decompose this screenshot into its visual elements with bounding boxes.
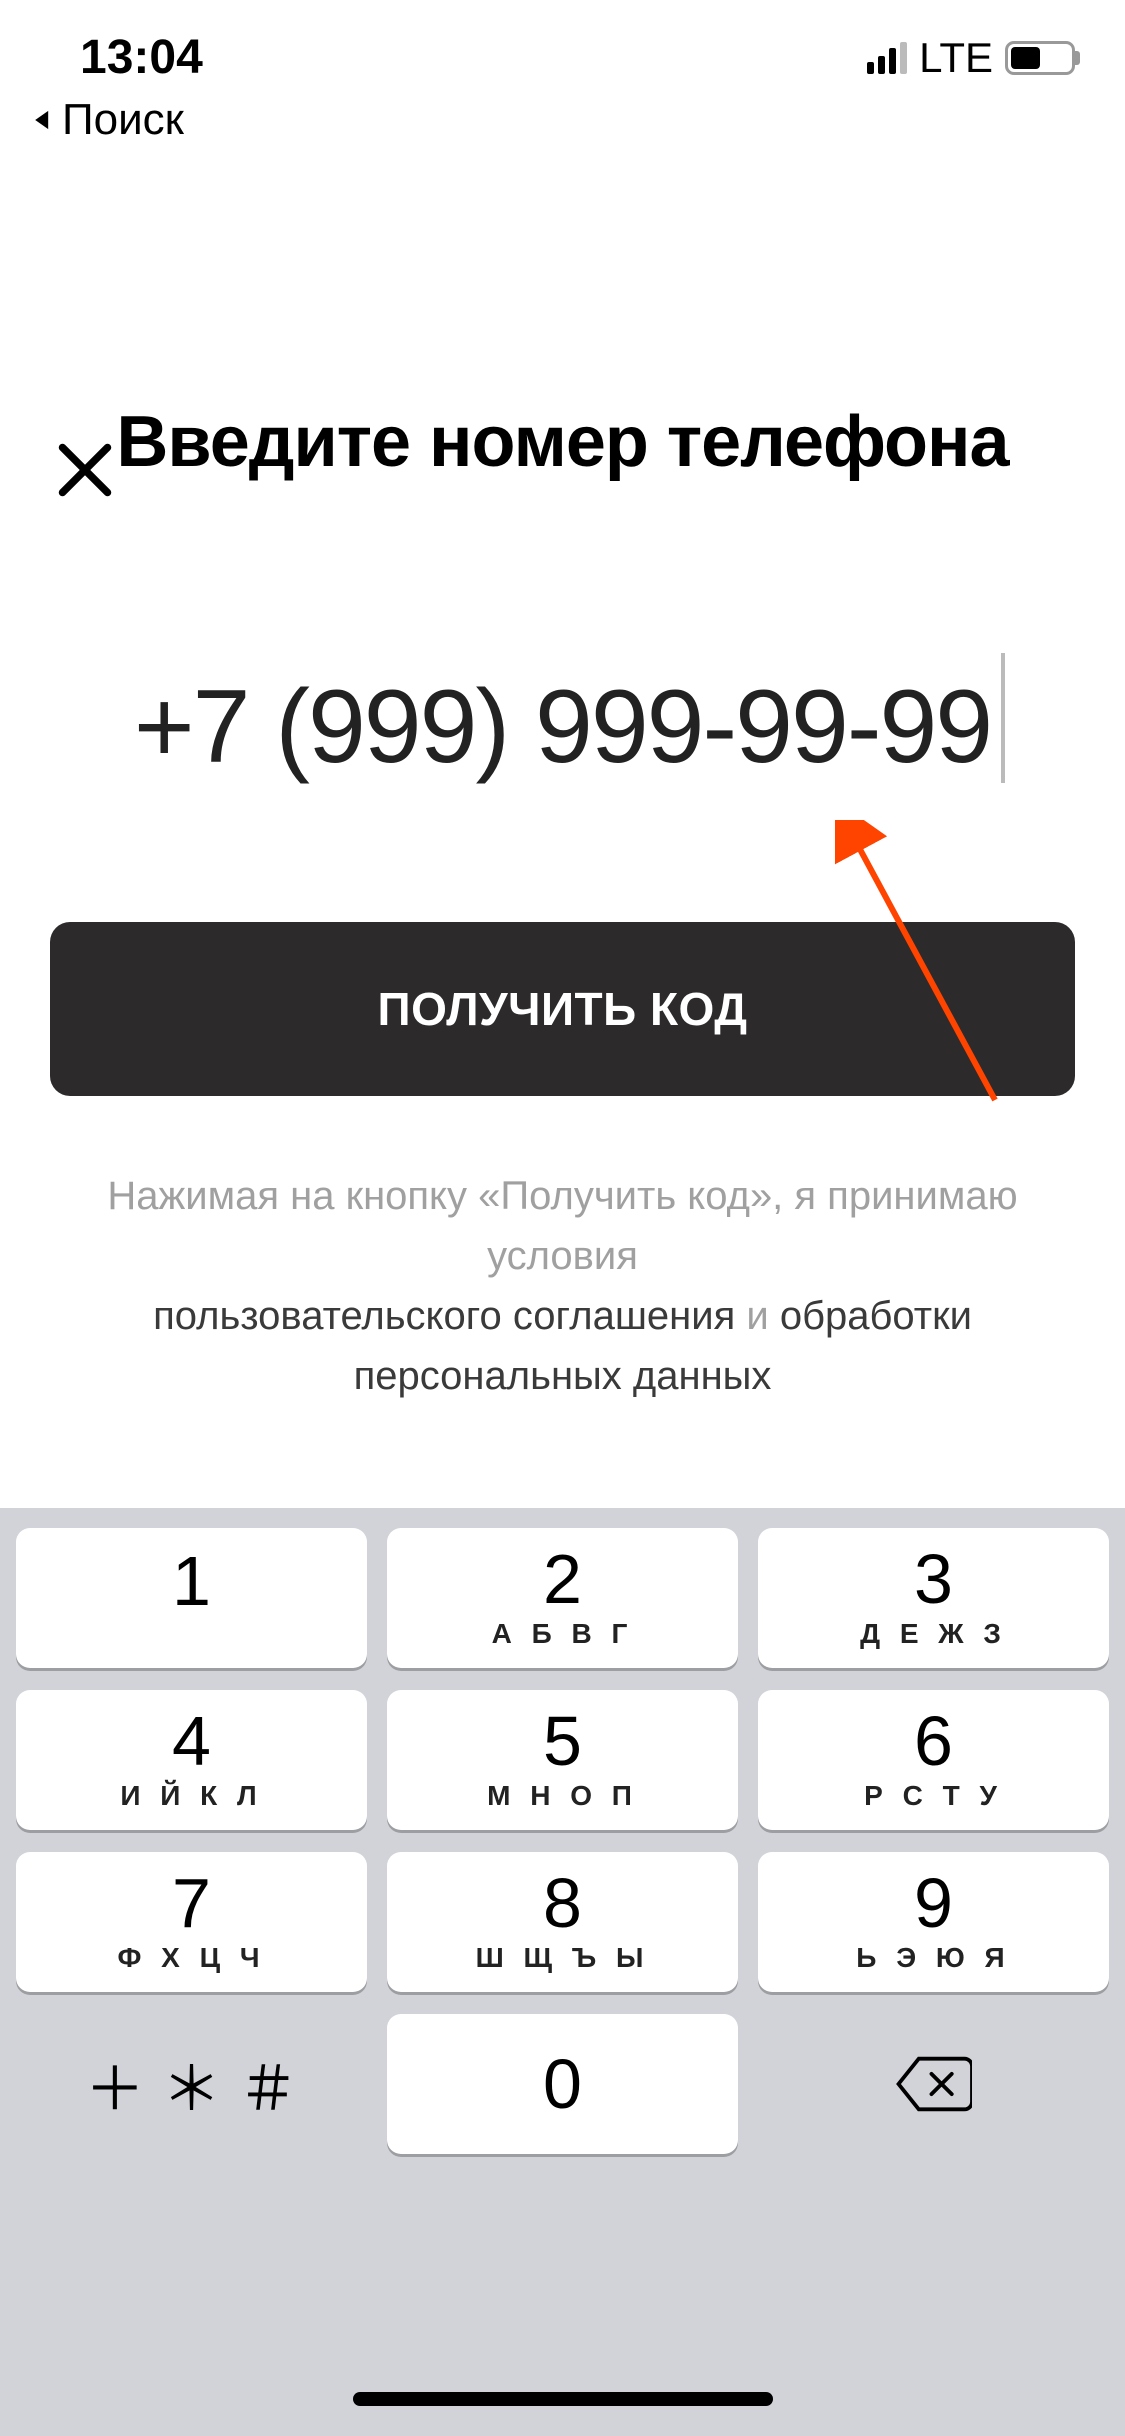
terms-text: Нажимая на кнопку «Получить код», я прин… xyxy=(0,1166,1125,1406)
numeric-keyboard: 1 2 А Б В Г 3 Д Е Ж З 4 И Й К Л 5 М Н О … xyxy=(0,1508,1125,2436)
key-7[interactable]: 7 Ф Х Ц Ч xyxy=(16,1852,367,1992)
status-right: LTE xyxy=(867,34,1075,82)
key-5[interactable]: 5 М Н О П xyxy=(387,1690,738,1830)
get-code-button[interactable]: ПОЛУЧИТЬ КОД xyxy=(50,922,1075,1096)
key-2[interactable]: 2 А Б В Г xyxy=(387,1528,738,1668)
user-agreement-link[interactable]: пользовательского соглашения xyxy=(153,1294,735,1338)
battery-icon xyxy=(1005,41,1075,75)
close-button[interactable] xyxy=(55,440,115,500)
terms-prefix: Нажимая на кнопку «Получить код», я прин… xyxy=(107,1174,1017,1278)
key-0[interactable]: 0 xyxy=(387,2014,738,2154)
close-icon xyxy=(55,440,115,500)
status-time: 13:04 xyxy=(80,30,203,85)
back-triangle-icon xyxy=(30,107,56,133)
phone-value: +7 (999) 999-99-99 xyxy=(134,669,991,785)
back-to-search[interactable]: Поиск xyxy=(0,95,1125,165)
network-label: LTE xyxy=(919,34,993,82)
key-3[interactable]: 3 Д Е Ж З xyxy=(758,1528,1109,1668)
phone-input[interactable]: +7 (999) 999-99-99 xyxy=(0,668,1125,787)
backspace-icon xyxy=(896,2056,972,2112)
key-backspace[interactable] xyxy=(758,2014,1109,2154)
key-6[interactable]: 6 Р С Т У xyxy=(758,1690,1109,1830)
page-title: Введите номер телефона xyxy=(0,401,1125,483)
key-symbols[interactable]: ＋ ＊ ＃ xyxy=(16,2014,367,2154)
key-9[interactable]: 9 Ь Э Ю Я xyxy=(758,1852,1109,1992)
terms-conjunction: и xyxy=(735,1294,780,1338)
status-bar: 13:04 LTE xyxy=(0,0,1125,95)
key-4[interactable]: 4 И Й К Л xyxy=(16,1690,367,1830)
key-8[interactable]: 8 Ш Щ Ъ Ы xyxy=(387,1852,738,1992)
home-indicator[interactable] xyxy=(353,2392,773,2406)
back-label: Поиск xyxy=(62,95,184,145)
signal-icon xyxy=(867,42,907,74)
key-1[interactable]: 1 xyxy=(16,1528,367,1668)
